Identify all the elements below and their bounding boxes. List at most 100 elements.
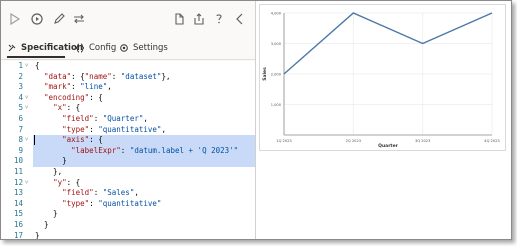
code-text: } [35, 156, 67, 167]
line-number: 8 [18, 135, 23, 145]
collapse-button[interactable] [230, 9, 250, 29]
line-number: 17 [13, 230, 23, 240]
fold-chevron-icon[interactable]: ˅ [25, 103, 31, 114]
code-token: , [134, 188, 139, 198]
auto-run-button[interactable] [27, 9, 47, 29]
y-axis-title: Sales [262, 67, 268, 81]
code-line[interactable]: 13 "field": "Sales", [1, 188, 255, 199]
code-token: , [107, 82, 112, 92]
editor-pane: Specification Config Settings 1 ˅{2 "data… [1, 1, 256, 239]
code-token: "type" [62, 124, 90, 134]
code-token: "field" [62, 113, 94, 123]
new-spec-button[interactable] [169, 9, 189, 29]
code-line[interactable]: 7 "type": "quantitative", [1, 125, 255, 136]
edit-button[interactable] [49, 9, 69, 29]
code-line[interactable]: 16 } [1, 220, 255, 231]
tab-settings[interactable]: Settings [119, 39, 168, 57]
y-tick-label: 4,000 [271, 12, 282, 16]
line-number: 1 [18, 61, 23, 70]
x-tick-label: 2Q 2023 [346, 139, 361, 143]
fold-chevron-icon[interactable]: ˅ [25, 93, 31, 104]
code-line[interactable]: 6 "field": "Quarter", [1, 114, 255, 125]
code-line[interactable]: 3 "mark": "line", [1, 82, 255, 93]
code-token: "quantitative" [98, 124, 162, 134]
code-token: }, [35, 166, 63, 176]
line-number: 5 [18, 103, 23, 113]
code-line[interactable]: 10 } [1, 156, 255, 167]
line-number: 4 [18, 92, 23, 102]
x-tick-label: 1Q 2023 [276, 139, 291, 143]
tab-settings-label: Settings [133, 43, 168, 53]
code-token: "axis" [62, 135, 90, 145]
tab-specification-label: Specification [21, 43, 83, 53]
code-token: } [35, 156, 67, 166]
code-line[interactable]: 17} [1, 230, 255, 240]
code-line[interactable]: 11 }, [1, 167, 255, 178]
code-token: : [89, 198, 99, 208]
code-text: "data": {"name": "dataset"}, [35, 72, 170, 83]
code-text: "x": { [35, 103, 80, 114]
code-token: "y" [53, 177, 67, 187]
code-text: } [35, 231, 40, 240]
y-tick-label: 3,000 [271, 42, 282, 46]
code-token: "data" [44, 71, 72, 81]
export-button[interactable] [189, 9, 209, 29]
share-icon [194, 13, 204, 25]
code-token: : { [89, 92, 103, 102]
fold-chevron-icon[interactable]: ˅ [25, 61, 31, 72]
code-line[interactable]: 15 } [1, 209, 255, 220]
code-line[interactable]: 9 "labelExpr": "datum.label + 'Q 2023'" [1, 145, 255, 157]
editor-tabs: Specification Config Settings [1, 37, 255, 60]
play-icon [10, 12, 21, 26]
code-line[interactable]: 1 ˅ { [1, 61, 255, 72]
code-token: : { [66, 177, 81, 187]
code-editor[interactable]: 1 ˅{2 "data": {"name": "dataset"}, 3 "mark… [1, 61, 255, 239]
line-number: 2 [18, 71, 23, 81]
code-token: } [35, 209, 58, 219]
code-line[interactable]: 8 ˅ "axis": { [1, 135, 255, 146]
run-button[interactable] [5, 9, 25, 29]
fold-chevron-icon[interactable]: ˅ [25, 178, 31, 189]
code-token: : [93, 188, 103, 198]
help-button[interactable] [209, 9, 229, 29]
line-number: 15 [13, 209, 23, 219]
code-line[interactable]: 14 "type": "quantitative" [1, 199, 255, 210]
preview-pane: 1,000 2,000 3,000 4,000 1Q 2023 2Q 2023 3Q 202… [256, 1, 511, 239]
tab-specification[interactable]: Specification [7, 39, 83, 57]
pencil-icon [54, 13, 65, 24]
document-icon [175, 13, 184, 25]
line-number: 3 [18, 82, 23, 92]
code-token: : { [71, 71, 85, 81]
code-token: "name" [84, 71, 112, 81]
code-token: "field" [62, 188, 94, 198]
code-line[interactable]: 5 ˅ "x": { [1, 103, 255, 114]
app-window: Specification Config Settings 1 ˅{2 "data… [0, 0, 512, 240]
code-token: : [93, 113, 103, 123]
code-text: "labelExpr": "datum.label + 'Q 2023'" [35, 146, 238, 157]
code-text: }, [35, 167, 62, 178]
code-line[interactable]: 2 "data": {"name": "dataset"}, [1, 72, 255, 83]
code-token: : [89, 124, 99, 134]
swap-button[interactable] [69, 9, 89, 29]
code-line[interactable]: 12 ˅ "y": { [1, 178, 255, 189]
line-chart: 1,000 2,000 3,000 4,000 1Q 2023 2Q 2023 3Q 202… [262, 12, 500, 150]
code-token: "mark" [44, 82, 72, 92]
code-token: , [143, 113, 148, 123]
x-tick-label: 4Q 2023 [484, 139, 499, 143]
fold-chevron-icon[interactable]: ˅ [25, 135, 31, 146]
code-token: "encoding" [44, 92, 90, 102]
tab-config[interactable]: Config [75, 39, 116, 57]
tools-icon [8, 44, 16, 52]
code-text: "type": "quantitative", [35, 125, 166, 136]
code-line[interactable]: 4 ˅ "encoding": { [1, 93, 255, 104]
auto-run-icon [31, 13, 43, 25]
line-number: 11 [13, 166, 23, 176]
